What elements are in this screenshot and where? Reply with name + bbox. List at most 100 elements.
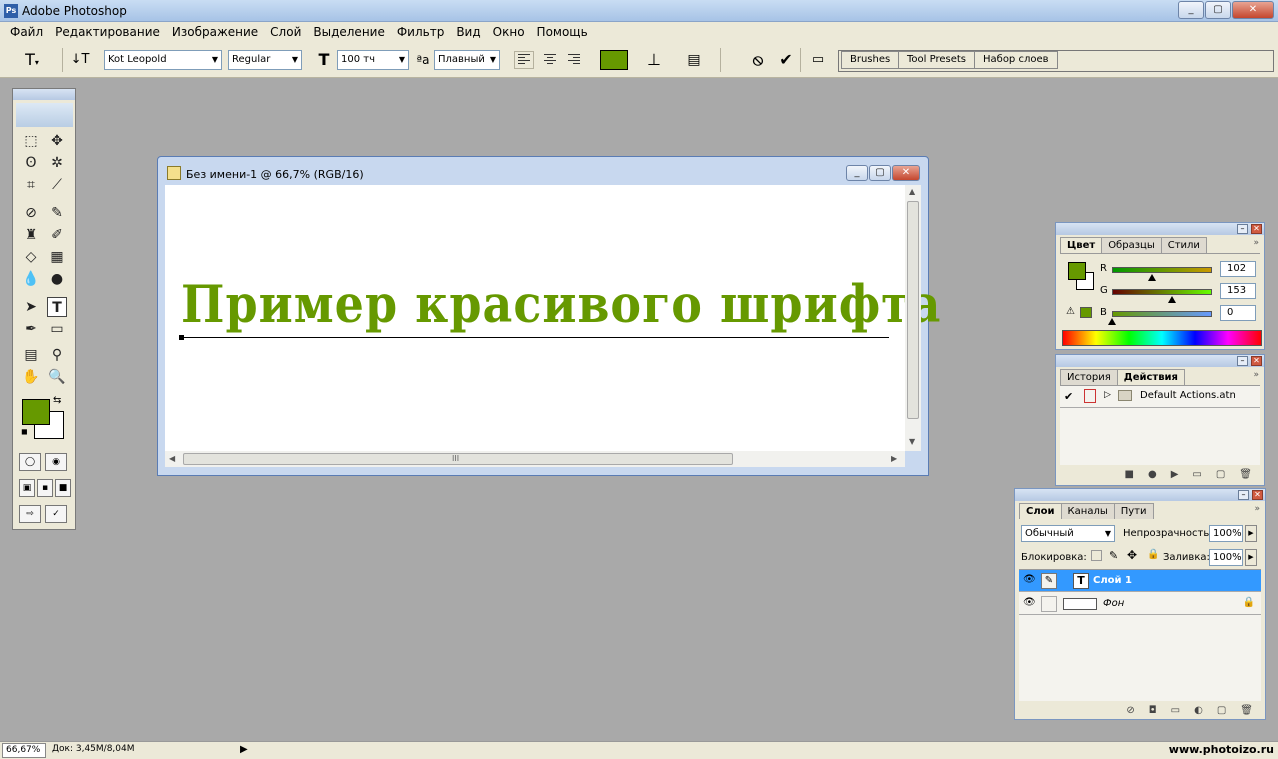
link-slot[interactable]: [1041, 596, 1057, 612]
slider-r-thumb[interactable]: [1148, 274, 1156, 281]
lock-pixels-icon[interactable]: ✎: [1109, 549, 1118, 562]
anti-alias-select[interactable]: Плавный ▼: [434, 50, 500, 70]
lock-transparency-icon[interactable]: [1091, 550, 1102, 561]
commit-edit-icon[interactable]: ✔: [776, 50, 796, 70]
doc-minimize-button[interactable]: _: [846, 165, 868, 181]
new-set-icon[interactable]: ▭: [1192, 469, 1201, 485]
menu-view[interactable]: Вид: [450, 25, 486, 39]
palette-menu-icon[interactable]: »: [1253, 370, 1259, 380]
add-mask-icon[interactable]: ◘: [1149, 705, 1157, 721]
tab-swatches[interactable]: Образцы: [1101, 237, 1162, 253]
type-tool-icon[interactable]: T: [47, 297, 67, 317]
slider-b-thumb[interactable]: [1108, 318, 1116, 325]
brush-link-icon[interactable]: ✎: [1041, 573, 1057, 589]
imageready-icon[interactable]: ✓: [45, 505, 67, 523]
font-family-select[interactable]: Kot Leopold ▼: [104, 50, 222, 70]
standard-mode-button[interactable]: ◯: [19, 453, 41, 471]
shape-tool-icon[interactable]: ▭: [47, 319, 67, 339]
visibility-eye-icon[interactable]: 👁: [1023, 574, 1036, 585]
font-size-select[interactable]: 100 тч ▼: [337, 50, 409, 70]
adjustment-layer-icon[interactable]: ◐: [1194, 705, 1203, 721]
doc-maximize-button[interactable]: ▢: [869, 165, 891, 181]
zoom-input[interactable]: 66,67%: [2, 743, 46, 758]
marquee-tool-icon[interactable]: ⬚: [21, 131, 41, 151]
scroll-left-icon[interactable]: ◀: [169, 454, 175, 463]
slider-r-value[interactable]: 102: [1220, 261, 1256, 277]
layer-name[interactable]: Фон: [1103, 598, 1124, 609]
toggle-check-icon[interactable]: ✔: [1064, 390, 1073, 403]
color-palette-close-button[interactable]: ✕: [1251, 224, 1262, 234]
character-palette-icon[interactable]: ▤: [684, 50, 704, 70]
new-action-icon[interactable]: ▢: [1216, 469, 1225, 485]
menu-layer[interactable]: Слой: [264, 25, 307, 39]
eraser-tool-icon[interactable]: ◇: [21, 247, 41, 267]
screen-mode-full-button[interactable]: ■: [55, 479, 71, 497]
lock-all-icon[interactable]: 🔒: [1147, 549, 1159, 560]
notes-tool-icon[interactable]: ▤: [21, 345, 41, 365]
new-group-icon[interactable]: ▭: [1171, 705, 1180, 721]
well-tab-layer-comps[interactable]: Набор слоев: [974, 51, 1058, 69]
clone-stamp-tool-icon[interactable]: ♜: [21, 225, 41, 245]
menu-help[interactable]: Помощь: [531, 25, 594, 39]
color-spectrum-bar[interactable]: [1062, 330, 1262, 346]
align-center-button[interactable]: [540, 51, 560, 69]
horizontal-scrollbar[interactable]: ◀ III ▶: [165, 451, 905, 467]
gradient-tool-icon[interactable]: ▦: [47, 247, 67, 267]
doc-close-button[interactable]: ✕: [892, 165, 920, 181]
dialog-toggle-icon[interactable]: [1084, 389, 1096, 403]
menu-image[interactable]: Изображение: [166, 25, 264, 39]
tab-history[interactable]: История: [1060, 369, 1118, 385]
text-anchor-point[interactable]: [179, 335, 184, 340]
status-menu-arrow-icon[interactable]: ▶: [240, 744, 248, 755]
new-layer-icon[interactable]: ▢: [1217, 705, 1226, 721]
history-brush-tool-icon[interactable]: ✐: [47, 225, 67, 245]
visibility-eye-icon[interactable]: 👁: [1023, 597, 1036, 608]
slider-g-thumb[interactable]: [1168, 296, 1176, 303]
menu-edit[interactable]: Редактирование: [49, 25, 166, 39]
scroll-down-icon[interactable]: ▼: [909, 437, 915, 446]
layer-name[interactable]: Слой 1: [1093, 575, 1132, 586]
jump-to-imageready-button[interactable]: ⇨: [19, 505, 41, 523]
palette-menu-icon[interactable]: »: [1254, 504, 1260, 514]
gamut-swatch[interactable]: [1080, 307, 1092, 318]
lasso-tool-icon[interactable]: ʘ: [21, 153, 41, 173]
menu-file[interactable]: Файл: [4, 25, 49, 39]
tab-channels[interactable]: Каналы: [1060, 503, 1115, 519]
layers-palette-minimize-button[interactable]: –: [1238, 490, 1249, 500]
cancel-edit-icon[interactable]: ⦸: [748, 50, 768, 70]
tab-paths[interactable]: Пути: [1113, 503, 1154, 519]
layer-row-text[interactable]: 👁 ✎ T Слой 1: [1019, 570, 1261, 592]
magic-wand-tool-icon[interactable]: ✲: [47, 153, 67, 173]
horizontal-scroll-thumb[interactable]: III: [183, 453, 733, 465]
slider-g-value[interactable]: 153: [1220, 283, 1256, 299]
scroll-up-icon[interactable]: ▲: [909, 187, 915, 196]
layer-row-background[interactable]: 👁 Фон 🔒: [1019, 593, 1261, 615]
default-colors-icon[interactable]: ◼: [21, 427, 28, 436]
pen-tool-icon[interactable]: ✒: [21, 319, 41, 339]
text-orientation-icon[interactable]: ↓T: [70, 50, 90, 70]
trash-icon[interactable]: 🗑: [1239, 469, 1252, 485]
palette-menu-icon[interactable]: »: [1253, 238, 1259, 248]
font-style-select[interactable]: Regular ▼: [228, 50, 302, 70]
hand-tool-icon[interactable]: ✋: [21, 367, 41, 387]
path-selection-tool-icon[interactable]: ➤: [21, 297, 41, 317]
dodge-tool-icon[interactable]: ●: [47, 269, 67, 289]
actions-palette-minimize-button[interactable]: –: [1237, 356, 1248, 366]
link-layers-icon[interactable]: ⊘: [1126, 705, 1134, 721]
layers-palette-close-button[interactable]: ✕: [1252, 490, 1263, 500]
color-fg-swatch[interactable]: [1068, 262, 1086, 280]
palette-well-icon[interactable]: ▭: [808, 50, 828, 70]
opacity-arrow-icon[interactable]: ▶: [1245, 525, 1257, 542]
tab-actions[interactable]: Действия: [1116, 369, 1185, 385]
screen-mode-standard-button[interactable]: ▣: [19, 479, 35, 497]
slider-r[interactable]: R 102: [1100, 261, 1278, 281]
slider-b-value[interactable]: 0: [1220, 305, 1256, 321]
slider-b-track[interactable]: [1112, 311, 1212, 317]
tab-styles[interactable]: Стили: [1160, 237, 1207, 253]
blend-mode-select[interactable]: Обычный ▼: [1021, 525, 1115, 542]
scroll-right-icon[interactable]: ▶: [891, 454, 897, 463]
menu-window[interactable]: Окно: [487, 25, 531, 39]
vertical-scrollbar[interactable]: ▲ ▼: [905, 185, 921, 451]
trash-icon[interactable]: 🗑: [1240, 705, 1253, 721]
gamut-warning-icon[interactable]: ⚠: [1066, 306, 1075, 317]
